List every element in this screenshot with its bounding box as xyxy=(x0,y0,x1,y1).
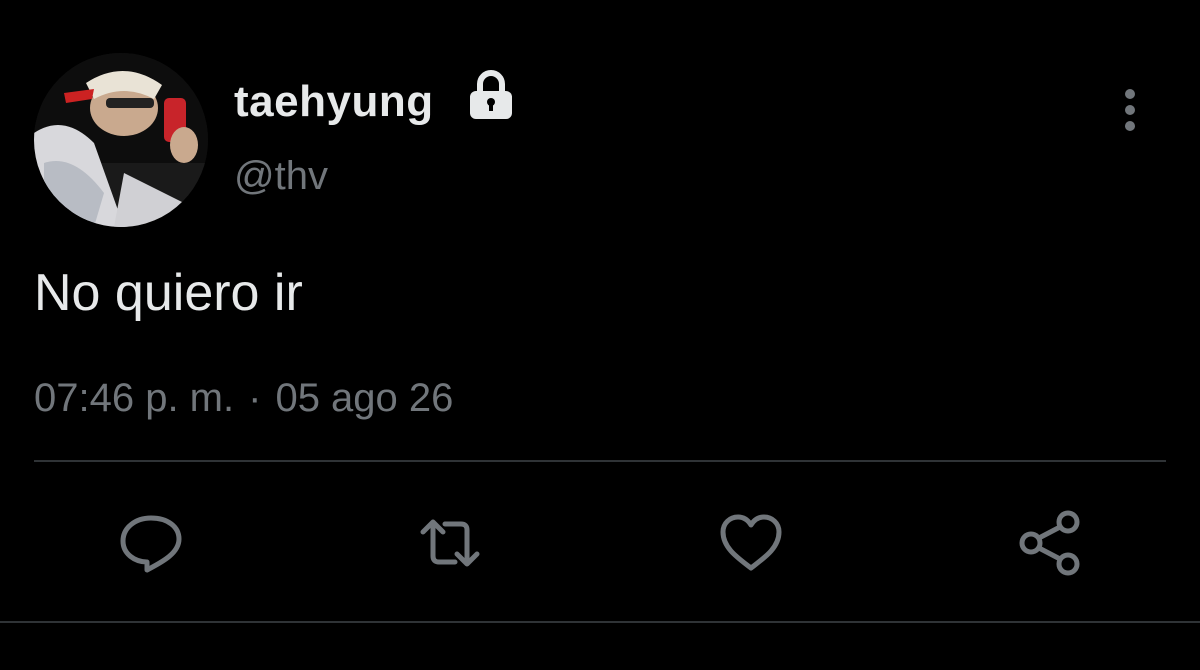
retweet-button[interactable] xyxy=(417,510,483,576)
reply-icon xyxy=(120,515,182,573)
tweet-time: 07:46 p. m. xyxy=(34,376,235,420)
user-handle[interactable]: @thv xyxy=(234,152,328,200)
heart-icon xyxy=(720,514,782,571)
profile-photo xyxy=(34,53,208,227)
avatar[interactable] xyxy=(34,53,208,227)
meta-separator: · xyxy=(248,376,262,420)
lock-icon xyxy=(468,70,514,120)
display-name[interactable]: taehyung xyxy=(234,76,434,128)
divider xyxy=(34,460,1166,462)
divider xyxy=(0,621,1200,623)
tweet-date: 05 ago 26 xyxy=(275,376,454,420)
like-button[interactable] xyxy=(718,510,784,576)
share-button[interactable] xyxy=(1018,510,1084,576)
more-options-icon[interactable] xyxy=(1112,84,1148,140)
reply-button[interactable] xyxy=(118,510,184,576)
tweet-card: taehyung @thv No quiero ir 07:46 p. m. · 0… xyxy=(0,0,1200,670)
retweet-icon xyxy=(420,519,480,567)
tweet-text: No quiero ir xyxy=(34,264,303,322)
tweet-timestamp[interactable]: 07:46 p. m. · 05 ago 26 xyxy=(34,374,453,422)
share-icon xyxy=(1019,510,1080,576)
